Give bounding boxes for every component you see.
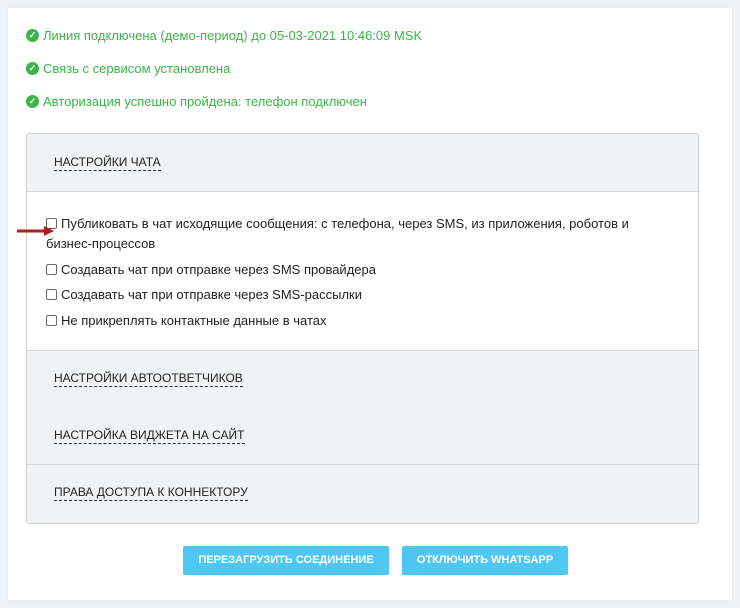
status-authorized: ✓ Авторизация успешно пройдена: телефон … <box>26 94 367 109</box>
status-service-connected: ✓ Связь с сервисом установлена <box>26 61 230 76</box>
section-header-autoresponders[interactable]: Настройки автоответчиков <box>27 350 698 409</box>
section-header-chat-settings[interactable]: Настройки чата <box>27 134 698 192</box>
section-title[interactable]: Настройка виджета на сайт <box>54 429 245 444</box>
option-label: Создавать чат при отправке через SMS про… <box>61 262 376 277</box>
option-label: Не прикреплять контактные данные в чатах <box>61 313 327 328</box>
settings-accordion: Настройки чата Публиковать в чат исходящ… <box>26 133 699 524</box>
arrow-right-icon <box>17 226 54 236</box>
disable-whatsapp-button[interactable]: Отключить WhatsApp <box>402 546 568 575</box>
status-line-connected: ✓ Линия подключена (демо-период) до 05-0… <box>26 28 422 43</box>
section-title[interactable]: Настройки чата <box>54 156 161 171</box>
status-text: Связь с сервисом установлена <box>43 61 231 76</box>
section-title[interactable]: Права доступа к коннектору <box>54 486 248 501</box>
checkbox[interactable] <box>46 315 57 326</box>
check-circle-icon: ✓ <box>26 29 39 42</box>
option-label: Публиковать в чат исходящие сообщения: с… <box>46 216 629 251</box>
section-header-access-rights[interactable]: Права доступа к коннектору <box>27 465 698 523</box>
status-text: Линия подключена (демо-период) до 05-03-… <box>43 28 423 43</box>
option-label: Создавать чат при отправке через SMS-рас… <box>61 287 362 302</box>
option-create-chat-sms-mailing[interactable]: Создавать чат при отправке через SMS-рас… <box>46 285 362 305</box>
section-title[interactable]: Настройки автоответчиков <box>54 372 243 387</box>
checkbox[interactable] <box>46 264 57 275</box>
section-header-widget[interactable]: Настройка виджета на сайт <box>27 408 698 465</box>
status-text: Авторизация успешно пройдена: телефон по… <box>43 94 367 109</box>
chat-settings-body: Публиковать в чат исходящие сообщения: с… <box>27 192 698 350</box>
check-circle-icon: ✓ <box>26 62 39 75</box>
reload-connection-button[interactable]: Перезагрузить соединение <box>183 546 389 575</box>
option-publish-outgoing[interactable]: Публиковать в чат исходящие сообщения: с… <box>46 214 676 254</box>
checkbox[interactable] <box>46 289 57 300</box>
check-circle-icon: ✓ <box>26 95 39 108</box>
option-no-contact-data[interactable]: Не прикреплять контактные данные в чатах <box>46 311 326 331</box>
option-create-chat-sms-provider[interactable]: Создавать чат при отправке через SMS про… <box>46 260 376 280</box>
